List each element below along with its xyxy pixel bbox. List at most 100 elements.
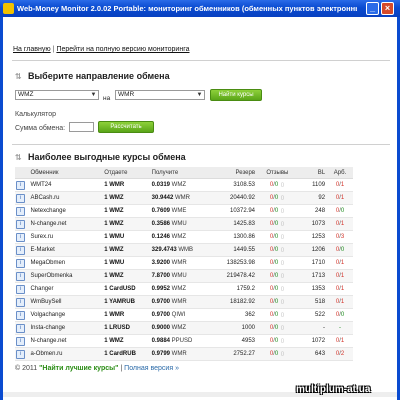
reviews[interactable]: 0/0 ▯ bbox=[257, 191, 298, 205]
info-icon[interactable]: i bbox=[16, 349, 25, 359]
minimize-button[interactable]: _ bbox=[366, 2, 379, 15]
table-row[interactable]: i SuperObmenka 1 WMZ 7.8700 WMU 219478.42 0/0… bbox=[15, 269, 353, 283]
info-icon[interactable]: i bbox=[16, 245, 25, 255]
info-icon[interactable]: i bbox=[16, 206, 25, 216]
table-row[interactable]: i WmBuySell 1 YAMRUB 0.9700 WMR 18182.92 0/0 … bbox=[15, 295, 353, 309]
get-amount: 0.7609 WME bbox=[149, 204, 216, 218]
info-icon[interactable]: i bbox=[16, 258, 25, 268]
table-row[interactable]: i MegaObmen 1 WMU 3.9200 WMR 138253.98 0/0 ▯ 1… bbox=[15, 256, 353, 270]
table-row[interactable]: i N-change.net 1 WMZ 0.3586 WMU 1425.83 0/0 ▯… bbox=[15, 217, 353, 231]
info-icon[interactable]: i bbox=[16, 284, 25, 294]
reviews-positive: 0 bbox=[274, 195, 279, 201]
exchanger-name[interactable]: Volgachange bbox=[28, 308, 103, 322]
row-icon-cell: i bbox=[15, 230, 29, 244]
full-version-link[interactable]: Перейти на полную версию мониторинга bbox=[56, 46, 189, 53]
full-version-footer-link[interactable]: Полная версия » bbox=[124, 365, 179, 372]
info-icon[interactable]: i bbox=[16, 193, 25, 203]
exchanger-name[interactable]: E-Market bbox=[28, 243, 103, 257]
bl-value: 1253 bbox=[297, 230, 328, 244]
row-icon-cell: i bbox=[15, 204, 29, 218]
exchanger-name[interactable]: WMT24 bbox=[28, 178, 103, 192]
table-row[interactable]: i N-change.net 1 WMZ 0.9884 PPUSD 4953 0/0 ▯ 1… bbox=[15, 334, 353, 348]
exchanger-name[interactable]: N-change.net bbox=[28, 217, 103, 231]
table-row[interactable]: i Netexchange 1 WMZ 0.7609 WME 10372.94 0/0 ▯… bbox=[15, 204, 353, 218]
reviews[interactable]: 0/0 ▯ bbox=[257, 347, 298, 361]
exchanger-name[interactable]: Insta-change bbox=[28, 321, 103, 335]
bl-value: 248 bbox=[297, 204, 328, 218]
table-row[interactable]: i WMT24 1 WMR 0.0319 WMZ 3108.53 0/0 ▯ 1109 0/1 bbox=[15, 178, 353, 192]
reviews[interactable]: 0/0 ▯ bbox=[257, 295, 298, 309]
best-rates-link[interactable]: "Найти лучшие курсы" bbox=[39, 365, 118, 372]
table-row[interactable]: i Surex.ru 1 WMU 0.1246 WMZ 1300.86 0/0 ▯ 1253… bbox=[15, 230, 353, 244]
calculate-button[interactable]: Рассчитать bbox=[98, 121, 154, 133]
info-icon[interactable]: i bbox=[16, 297, 25, 307]
table-row[interactable]: i E-Market 1 WMZ 329.4743 WMB 1449.55 0/0 ▯ 12… bbox=[15, 243, 353, 257]
exchanger-name[interactable]: Changer bbox=[28, 282, 103, 296]
find-rates-button[interactable]: Найти курсы bbox=[210, 89, 262, 101]
reviews[interactable]: 0/0 ▯ bbox=[257, 321, 298, 335]
get-currency: WMZ bbox=[171, 234, 186, 240]
reserve: 4953 bbox=[215, 334, 258, 348]
info-icon[interactable]: i bbox=[16, 232, 25, 242]
get-currency: QIWI bbox=[171, 312, 186, 318]
exchanger-name[interactable]: Surex.ru bbox=[28, 230, 103, 244]
give-amount: 1 LRUSD bbox=[102, 321, 150, 335]
table-row[interactable]: i a-Obmen.ru 1 CardRUB 0.9799 WMR 2752.27 0/0… bbox=[15, 347, 353, 361]
reviews[interactable]: 0/0 ▯ bbox=[257, 308, 298, 322]
info-icon[interactable]: i bbox=[16, 310, 25, 320]
footer: © 2011 "Найти лучшие курсы" | Полная вер… bbox=[15, 365, 179, 372]
home-link[interactable]: На главную bbox=[13, 46, 51, 53]
bl-value: 1713 bbox=[297, 269, 328, 283]
to-label: на bbox=[103, 95, 111, 102]
reviews[interactable]: 0/0 ▯ bbox=[257, 230, 298, 244]
reviews[interactable]: 0/0 ▯ bbox=[257, 204, 298, 218]
info-icon[interactable]: i bbox=[16, 336, 25, 346]
table-row[interactable]: i Changer 1 CardUSD 0.9952 WMZ 1759.2 0/0 ▯ 13… bbox=[15, 282, 353, 296]
rates-table: Обменник Отдаете Получите Резерв Отзывы … bbox=[15, 167, 353, 361]
reviews[interactable]: 0/0 ▯ bbox=[257, 269, 298, 283]
info-icon[interactable]: i bbox=[16, 323, 25, 333]
table-row[interactable]: i Volgachange 1 WMR 0.9700 QIWI 362 0/0 ▯ 522 0… bbox=[15, 308, 353, 322]
get-currency: WME bbox=[171, 208, 187, 214]
row-icon-cell: i bbox=[15, 295, 29, 309]
reviews[interactable]: 0/0 ▯ bbox=[257, 243, 298, 257]
lock-icon: ▯ bbox=[280, 247, 284, 253]
exchanger-name[interactable]: a-Obmen.ru bbox=[28, 347, 103, 361]
reviews[interactable]: 0/0 ▯ bbox=[257, 178, 298, 192]
table-row[interactable]: i ABCash.ru 1 WMZ 30.9442 WMR 20440.92 0/0 ▯ 9… bbox=[15, 191, 353, 205]
lock-icon: ▯ bbox=[280, 299, 284, 305]
info-icon[interactable]: i bbox=[16, 180, 25, 190]
header-exchanger: Обменник bbox=[28, 167, 103, 179]
get-currency: WMZ bbox=[171, 325, 186, 331]
reviews[interactable]: 0/0 ▯ bbox=[257, 282, 298, 296]
row-icon-cell: i bbox=[15, 321, 29, 335]
give-amount: 1 CardRUB bbox=[102, 347, 150, 361]
top-links-separator: | bbox=[52, 46, 55, 53]
from-currency-value: WMZ bbox=[18, 91, 34, 98]
to-currency-select[interactable]: WMR ▼ bbox=[115, 90, 205, 100]
exchanger-name[interactable]: N-change.net bbox=[28, 334, 103, 348]
sum-input[interactable] bbox=[69, 122, 94, 132]
exchanger-name[interactable]: MegaObmen bbox=[28, 256, 103, 270]
give-amount: 1 WMZ bbox=[102, 217, 150, 231]
reviews[interactable]: 0/0 ▯ bbox=[257, 334, 298, 348]
arb-right: 0 bbox=[340, 247, 345, 253]
reviews[interactable]: 0/0 ▯ bbox=[257, 217, 298, 231]
info-icon[interactable]: i bbox=[16, 219, 25, 229]
table-row[interactable]: i Insta-change 1 LRUSD 0.9000 WMZ 1000 0/0 ▯ -… bbox=[15, 321, 353, 335]
get-amount: 30.9442 WMR bbox=[149, 191, 216, 205]
get-rate: 0.3586 bbox=[151, 221, 170, 227]
exchanger-name[interactable]: SuperObmenka bbox=[28, 269, 103, 283]
header-reviews: Отзывы bbox=[257, 167, 298, 179]
from-currency-select[interactable]: WMZ ▼ bbox=[15, 90, 99, 100]
arb-value: 0/0 bbox=[327, 204, 353, 218]
arb-right: 1 bbox=[340, 221, 345, 227]
close-button[interactable]: × bbox=[381, 2, 394, 15]
row-icon-cell: i bbox=[15, 282, 29, 296]
info-icon[interactable]: i bbox=[16, 271, 25, 281]
exchanger-name[interactable]: WmBuySell bbox=[28, 295, 103, 309]
reviews[interactable]: 0/0 ▯ bbox=[257, 256, 298, 270]
arb-value: 0/1 bbox=[327, 191, 353, 205]
exchanger-name[interactable]: ABCash.ru bbox=[28, 191, 103, 205]
exchanger-name[interactable]: Netexchange bbox=[28, 204, 103, 218]
